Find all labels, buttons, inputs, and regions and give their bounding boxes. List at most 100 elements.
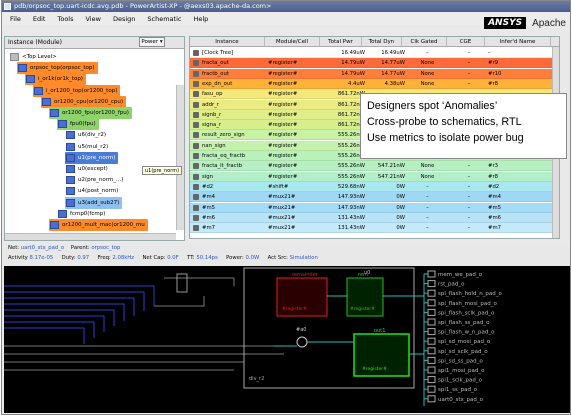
tree-item[interactable]: i_or1200_top(or1200_top) (33, 84, 121, 97)
output-pin-icon[interactable] (427, 280, 436, 288)
tree-vertical-scrollbar[interactable] (176, 85, 184, 230)
table-cell: – (467, 214, 471, 221)
tree-item[interactable]: orpsoc_top(orpsoc_top) (17, 62, 98, 75)
power-sort-button[interactable]: Power ▾ (139, 37, 165, 47)
table-cell: – (467, 80, 471, 87)
col-total-pwr[interactable]: Total Pwr (320, 37, 362, 47)
output-pin-icon[interactable] (427, 347, 436, 355)
output-pin-label[interactable]: spi1_sclk_pad_o (438, 378, 483, 384)
remainder-label: remainder (292, 272, 319, 278)
net-status-panel: Net: uart0_stx_pad_o Parent: orpsoc_top … (4, 243, 570, 267)
output-pin-icon[interactable] (427, 270, 436, 278)
tree-item[interactable]: fpu0(fpu) (57, 118, 99, 131)
tree-item[interactable]: fcmp0(fcmp) (57, 208, 108, 220)
output-pin-label[interactable]: rst_pad_o (438, 282, 465, 288)
table-row[interactable]: fracta_out #register# 14.79uW 14.77uW None – #… (190, 58, 559, 69)
output-pin-icon[interactable] (427, 289, 436, 297)
module-icon (26, 75, 35, 84)
output-pin-icon[interactable] (427, 308, 436, 316)
adder-symbol[interactable] (296, 336, 308, 348)
a0-label: #a0 (296, 327, 306, 333)
col-module[interactable]: Module/Cell (265, 37, 320, 47)
menu-edit[interactable]: Edit (33, 15, 46, 23)
table-cell: 14.79uW (341, 70, 365, 77)
table-row[interactable]: sign #register# 555.26nW 547.21nW None – #r8 (190, 171, 559, 182)
tree-item[interactable]: or1200_cpu(or1200_cpu) (41, 95, 127, 108)
output-pin-icon[interactable] (427, 337, 436, 345)
table-row[interactable]: #m7 #mux21# 131.43nW 0W – – #m7 (190, 223, 559, 234)
cell-icon (193, 153, 199, 159)
mux-symbol[interactable] (176, 273, 188, 293)
tree-item[interactable]: u6(div_r2) (65, 129, 109, 141)
output-pin-label[interactable]: spi_flash_hold_n_pad_o (438, 291, 503, 297)
tree-item[interactable]: u4(post_norm) (65, 185, 121, 197)
menu-design[interactable]: Design (113, 15, 135, 23)
tree-item[interactable]: u2(pre_norm_...) (65, 174, 126, 186)
col-cge[interactable]: CGE (447, 37, 485, 47)
menu-schematic[interactable]: Schematic (147, 15, 181, 23)
tree-item[interactable]: u5(mul_r2) (65, 141, 111, 153)
table-cell: 555.26nW (337, 142, 365, 149)
output-pin-icon[interactable] (427, 385, 436, 393)
table-row[interactable]: #m6 #mux21# 131.43nW 0W – – #m6 (190, 212, 559, 223)
tree-item[interactable]: or1200_fpu(or1200_fpu) (49, 107, 132, 119)
table-cell: 861.72nW (337, 122, 365, 129)
table-cell: 529.68nW (337, 183, 365, 190)
table-row[interactable]: [Clock Tree] 16.49uW 16.49uW – – – (190, 48, 559, 58)
table-row[interactable]: fractb_out #register# 14.79uW 14.77uW None – #… (190, 68, 559, 79)
output-pin-label[interactable]: spi1_mosi_pad_o (438, 368, 485, 374)
output-pin-label[interactable]: spi_sd_sclk_pad_o (438, 349, 488, 355)
table-row[interactable]: exp_dn_out #register# 4.4uW 4.38uW None – #r8 (190, 78, 559, 89)
cell-icon (193, 204, 199, 211)
output-pin-label[interactable]: mem_we_pad_o (438, 272, 483, 278)
tree-item[interactable]: u3(add_sub27) (65, 196, 123, 209)
col-instance[interactable]: Instance (190, 37, 265, 47)
tree-item[interactable]: i_or1k(or1k_top) (25, 73, 86, 86)
table-cell: – (467, 183, 471, 190)
table-cell: exp_dn_out (202, 80, 233, 87)
table-cell: #register# (268, 60, 298, 67)
output-pin-icon[interactable] (427, 356, 436, 364)
output-pin-label[interactable]: spi_flash_mosi_pad_o (438, 301, 498, 307)
tree-item[interactable]: or1200_mult_mac(or1200_mu (49, 219, 148, 231)
tree-horizontal-scrollbar[interactable] (5, 233, 176, 240)
table-row[interactable]: #m4 #mux21# 147.93nW 0W – – #m4 (190, 192, 559, 203)
output-pin-label[interactable]: spi_sd_mosi_pad_o (438, 339, 491, 345)
table-cell: #register# (268, 111, 298, 118)
table-cell: fracta_lt_fractb (202, 163, 243, 170)
table-cell: None (420, 80, 435, 87)
output-pin-icon[interactable] (427, 318, 436, 326)
menu-help[interactable]: Help (193, 15, 208, 23)
output-pin-label[interactable]: spi_flash_ss_pad_o (438, 320, 490, 326)
tree-item[interactable]: u0(except) (65, 163, 111, 175)
table-row[interactable]: #d2 #shift# 529.68nW 0W – – #d2 (190, 181, 559, 192)
menu-view[interactable]: View (86, 15, 101, 23)
col-clk-gated[interactable]: Clk Gated (402, 37, 447, 47)
activity-label: Activity (8, 255, 28, 261)
schematic-canvas[interactable]: div_r2 u0 remainder #register# rem #regi… (4, 266, 570, 413)
output-pin-icon[interactable] (427, 376, 436, 384)
tree-item[interactable]: <Top Level> (9, 51, 60, 63)
output-pin-label[interactable]: spi_flash_sclk_pad_o (438, 310, 495, 316)
output-pin-label[interactable]: spi_flash_w_n_pad_o (438, 330, 495, 336)
table-row[interactable]: #m5 #mux21# 147.93nW 0W – – #m5 (190, 202, 559, 213)
menu-file[interactable]: File (10, 15, 21, 23)
output-pin-label[interactable]: spi1_ss_pad_o (438, 387, 478, 393)
output-pin-icon[interactable] (427, 395, 436, 403)
table-cell: signb_r (202, 111, 222, 118)
menu-tools[interactable]: Tools (57, 15, 73, 23)
table-cell: #register# (268, 142, 298, 149)
table-cell: #r8 (488, 173, 498, 180)
output-pin-label[interactable]: uart0_stx_pad_o (438, 397, 484, 403)
output-pin-icon[interactable] (427, 299, 436, 307)
table-row[interactable]: fracta_lt_fractb #register# 555.26nW 547.21… (190, 161, 559, 172)
output-pin-icon[interactable] (427, 366, 436, 374)
schematic-view[interactable]: div_r2 u0 remainder #register# rem #regi… (4, 266, 570, 413)
col-inferred-name[interactable]: Infer'd Name (485, 37, 551, 47)
tree-item[interactable]: u1(pre_norm) (65, 151, 119, 164)
table-cell: #register# (268, 80, 298, 87)
output-pin-label[interactable]: spi_sd_ss_pad_o (438, 358, 483, 364)
col-total-dyn[interactable]: Total Dyn (362, 37, 402, 47)
rem-label: rem (358, 272, 368, 278)
output-pin-icon[interactable] (427, 328, 436, 336)
